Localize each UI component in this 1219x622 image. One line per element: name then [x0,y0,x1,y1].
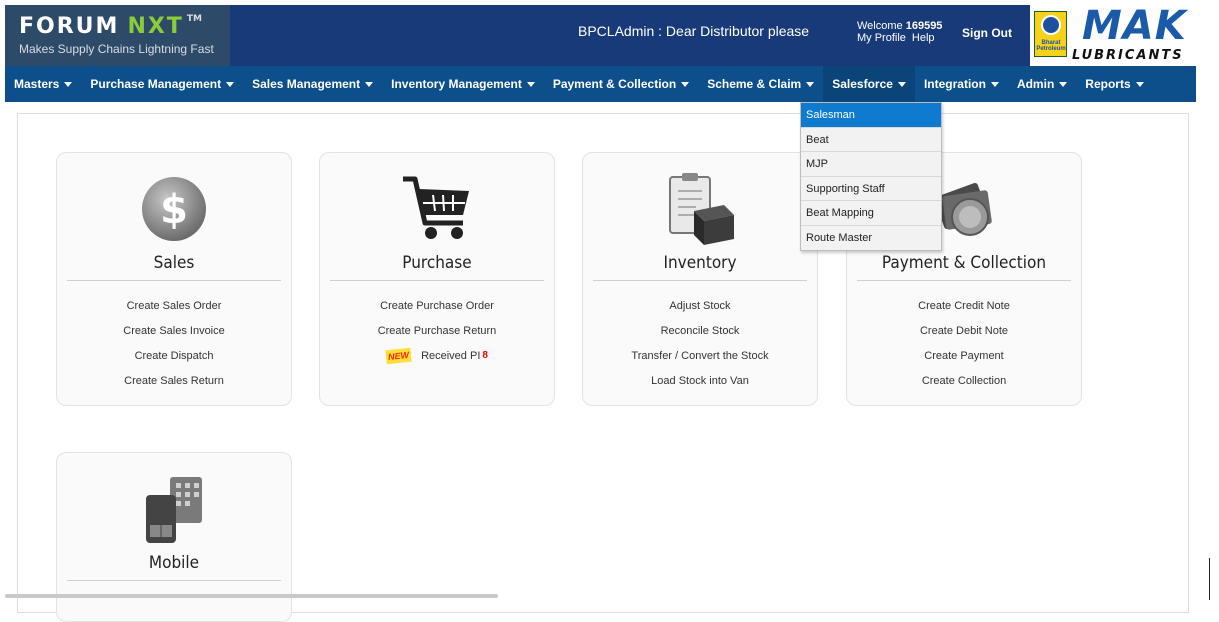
divider [593,280,807,281]
horizontal-scrollbar[interactable] [5,594,498,598]
menu-item-salesman[interactable]: Salesman [801,103,941,128]
menu-item-beat[interactable]: Beat [801,127,941,152]
caret-down-icon [681,82,690,88]
bp-emblem-icon [1041,15,1061,35]
card-title: Inventory [663,253,737,273]
bp-text: Bharat Petroleum [1036,40,1066,52]
shopping-cart-icon [403,176,469,239]
menu-item-supporting-staff[interactable]: Supporting Staff [801,176,941,201]
nav-payment-collection[interactable]: Payment & Collection [544,66,698,102]
welcome-block: Welcome 169595 My Profile Help [857,20,942,44]
caret-down-icon [897,82,906,88]
divider [857,280,1071,281]
nav-label: Admin [1016,77,1055,91]
divider [330,280,544,281]
purchase-card: Purchase Create Purchase Order Create Pu… [319,152,555,406]
nav-integration[interactable]: Integration [915,66,1008,102]
caret-down-icon [64,82,73,88]
menu-item-route-master[interactable]: Route Master [801,225,941,250]
logo-tm: TM [186,14,202,24]
menu-item-beat-mapping[interactable]: Beat Mapping [801,201,941,226]
card-title: Sales [153,253,195,273]
nav-label: Payment & Collection [552,77,677,91]
reconcile-stock-link[interactable]: Reconcile Stock [583,324,817,349]
nav-sales-management[interactable]: Sales Management [243,66,382,102]
brand-name: MAK [1082,3,1187,49]
new-badge-icon: NEW [385,347,412,365]
nav-label: Sales Management [252,77,361,91]
nav-purchase-management[interactable]: Purchase Management [81,66,243,102]
received-pi-link[interactable]: NEW Received PI 8 [320,347,554,374]
bharat-petroleum-logo: Bharat Petroleum [1034,11,1067,57]
received-pi-label: Received PI [421,350,481,362]
brand-logo: Bharat Petroleum MAK LUBRICANTS [1030,3,1196,66]
nav-admin[interactable]: Admin [1008,66,1076,102]
create-credit-note-link[interactable]: Create Credit Note [847,299,1081,324]
divider [67,580,281,581]
svg-text:$: $ [160,187,188,233]
welcome-label: Welcome [857,20,903,32]
nav-reports[interactable]: Reports [1076,66,1152,102]
create-payment-link[interactable]: Create Payment [847,349,1081,374]
nav-label: Reports [1085,77,1131,91]
create-sales-invoice-link[interactable]: Create Sales Invoice [57,324,291,349]
nav-label: Scheme & Claim [707,77,802,91]
dollar-icon: $ [142,177,206,241]
forum-nxt-logo[interactable]: FORUM NXT TM Makes Supply Chains Lightning… [5,5,230,66]
card-title: Mobile [148,553,200,573]
create-sales-return-link[interactable]: Create Sales Return [57,374,291,399]
sign-out-link[interactable]: Sign Out [962,26,1012,40]
create-purchase-return-link[interactable]: Create Purchase Return [320,324,554,349]
menu-item-mjp[interactable]: MJP [801,152,941,177]
inventory-clipboard-icon [669,173,734,245]
help-link[interactable]: Help [912,32,935,44]
create-collection-link[interactable]: Create Collection [847,374,1081,399]
mobile-building-icon [146,477,202,543]
create-dispatch-link[interactable]: Create Dispatch [57,349,291,374]
caret-down-icon [990,82,999,88]
inventory-card: Inventory Adjust Stock Reconcile Stock T… [582,152,818,406]
main-nav: Masters Purchase Management Sales Manage… [5,66,1196,102]
received-pi-count: 8 [482,350,488,361]
nav-label: Salesforce [832,77,893,91]
nav-scheme-claim[interactable]: Scheme & Claim [698,66,823,102]
card-title: Payment & Collection [881,253,1047,273]
caret-down-icon [365,82,374,88]
text-cursor [1209,558,1210,600]
create-debit-note-link[interactable]: Create Debit Note [847,324,1081,349]
divider [67,280,281,281]
sales-card: $ Sales Create Sales Order Create Sales … [56,152,292,406]
create-sales-order-link[interactable]: Create Sales Order [57,299,291,324]
nav-inventory-management[interactable]: Inventory Management [382,66,544,102]
logo-main: FORUM [19,14,120,39]
my-profile-link[interactable]: My Profile [857,32,906,44]
caret-down-icon [526,82,535,88]
logo-title: FORUM NXT TM [19,14,202,39]
user-id: 169595 [905,20,943,32]
card-title: Purchase [402,253,472,273]
caret-down-icon [806,82,815,88]
caret-down-icon [226,82,235,88]
nav-label: Integration [923,77,986,91]
brand-subtitle: LUBRICANTS [1072,48,1184,63]
nav-label: Inventory Management [391,77,522,91]
nav-masters[interactable]: Masters [5,66,81,102]
logo-accent: NXT [127,14,184,39]
caret-down-icon [1135,82,1144,88]
dashboard-panel: $ Sales Create Sales Order Create Sales … [17,113,1189,622]
create-purchase-order-link[interactable]: Create Purchase Order [320,299,554,324]
nav-label: Purchase Management [90,77,222,91]
logo-tagline: Makes Supply Chains Lightning Fast [19,42,214,56]
transfer-convert-stock-link[interactable]: Transfer / Convert the Stock [583,349,817,374]
adjust-stock-link[interactable]: Adjust Stock [583,299,817,324]
caret-down-icon [1059,82,1068,88]
announcement-marquee: BPCLAdmin : Dear Distributor please [578,23,810,39]
salesforce-dropdown-menu: Salesman Beat MJP Supporting Staff Beat … [800,102,942,251]
nav-label: Masters [14,77,60,91]
load-stock-into-van-link[interactable]: Load Stock into Van [583,374,817,399]
nav-salesforce[interactable]: Salesforce [823,66,915,102]
